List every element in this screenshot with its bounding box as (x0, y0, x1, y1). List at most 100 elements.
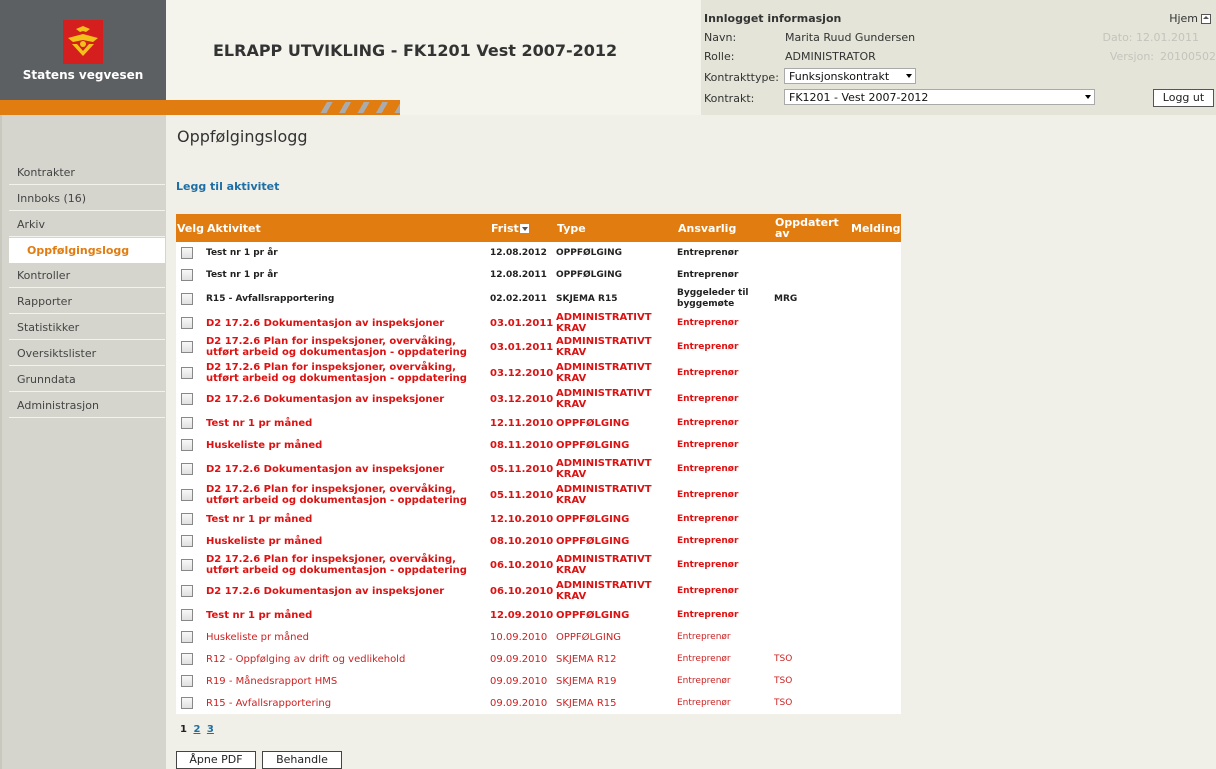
sidebar-item-arkiv[interactable]: Arkiv (9, 212, 165, 237)
cell-aktivitet[interactable]: D2 17.2.6 Dokumentasjon av inspeksjoner (206, 456, 490, 482)
cell-aktivitet[interactable]: R12 - Oppfølging av drift og vedlikehold (206, 648, 490, 670)
col-ansvarlig[interactable]: Ansvarlig (677, 214, 774, 242)
cell-aktivitet[interactable]: Huskeliste pr måned (206, 434, 490, 456)
col-type[interactable]: Type (556, 214, 677, 242)
cell-melding (850, 312, 901, 334)
col-oppdatert-av[interactable]: Oppdatert av (774, 214, 850, 242)
row-select-checkbox[interactable] (181, 631, 193, 643)
row-select-checkbox[interactable] (181, 559, 193, 571)
cell-aktivitet[interactable]: R15 - Avfallsrapportering (206, 286, 490, 312)
sidebar-item-innboks[interactable]: Innboks (16) (9, 186, 165, 211)
row-select-checkbox[interactable] (181, 247, 193, 259)
add-activity-link[interactable]: Legg til aktivitet (176, 180, 279, 193)
sidebar-item-oppfolgingslogg[interactable]: Oppfølgingslogg (9, 238, 165, 263)
cell-type: OPPFØLGING (556, 631, 622, 643)
row-select-checkbox[interactable] (181, 293, 193, 305)
sidebar-item-grunndata[interactable]: Grunndata (9, 367, 165, 392)
cell-frist: 02.02.2011 (490, 294, 547, 304)
row-select-checkbox[interactable] (181, 317, 193, 329)
row-select-checkbox[interactable] (181, 653, 193, 665)
cell-aktivitet[interactable]: D2 17.2.6 Dokumentasjon av inspeksjoner (206, 578, 490, 604)
cell-velg (176, 670, 206, 692)
cell-aktivitet[interactable]: D2 17.2.6 Plan for inspeksjoner, overvåk… (206, 482, 490, 508)
page-link[interactable]: 3 (207, 724, 214, 735)
row-select-checkbox[interactable] (181, 367, 193, 379)
cell-aktivitet[interactable]: D2 17.2.6 Plan for inspeksjoner, overvåk… (206, 360, 490, 386)
cell-aktivitet[interactable]: Huskeliste pr måned (206, 626, 490, 648)
cell-aktivitet[interactable]: Test nr 1 pr år (206, 264, 490, 286)
cell-aktivitet[interactable]: Test nr 1 pr måned (206, 412, 490, 434)
cell-aktivitet[interactable]: D2 17.2.6 Dokumentasjon av inspeksjoner (206, 312, 490, 334)
col-aktivitet[interactable]: Aktivitet (206, 214, 490, 242)
cell-oppdatert-av (774, 456, 850, 482)
pagination: 1 2 3 (180, 724, 217, 735)
cell-velg (176, 334, 206, 360)
cell-aktivitet[interactable]: R19 - Månedsrapport HMS (206, 670, 490, 692)
versjon-label: Versjon: (1109, 50, 1154, 63)
cell-aktivitet[interactable]: D2 17.2.6 Plan for inspeksjoner, overvåk… (206, 334, 490, 360)
cell-ansvarlig: Entreprenør (677, 269, 739, 280)
row-select-checkbox[interactable] (181, 675, 193, 687)
cell-velg (176, 692, 206, 714)
row-select-checkbox[interactable] (181, 393, 193, 405)
kontrakttype-select[interactable]: Funksjonskontrakt (784, 68, 916, 84)
process-button[interactable]: Behandle (262, 751, 342, 769)
sidebar-item-kontrakter[interactable]: Kontrakter (9, 160, 165, 185)
rolle-label: Rolle: (704, 50, 735, 63)
sort-desc-icon (519, 224, 529, 233)
row-select-checkbox[interactable] (181, 439, 193, 451)
cell-oppdatert-av (774, 482, 850, 508)
row-select-checkbox[interactable] (181, 513, 193, 525)
row-select-checkbox[interactable] (181, 463, 193, 475)
col-frist-label: Frist (491, 221, 519, 235)
row-select-checkbox[interactable] (181, 697, 193, 709)
cell-type: OPPFØLGING (556, 535, 630, 547)
table-row: Huskeliste pr måned 10.09.2010 OPPFØLGING E… (176, 626, 901, 648)
chevron-down-icon (1085, 95, 1091, 99)
logout-button[interactable]: Logg ut (1153, 89, 1214, 107)
col-melding[interactable]: Melding (850, 214, 901, 242)
header-spacer (400, 100, 701, 115)
page-link[interactable]: 2 (193, 724, 200, 735)
row-select-checkbox[interactable] (181, 535, 193, 547)
cell-aktivitet[interactable]: D2 17.2.6 Dokumentasjon av inspeksjoner (206, 386, 490, 412)
open-pdf-button[interactable]: Åpne PDF (176, 751, 256, 769)
sidebar-item-kontroller[interactable]: Kontroller (9, 263, 165, 288)
cell-aktivitet[interactable]: Test nr 1 pr år (206, 242, 490, 264)
row-select-checkbox[interactable] (181, 489, 193, 501)
brand-logo[interactable]: Statens vegvesen (0, 0, 166, 100)
cell-aktivitet[interactable]: R15 - Avfallsrapportering (206, 692, 490, 714)
sidebar-item-administrasjon[interactable]: Administrasjon (9, 393, 165, 418)
cell-aktivitet[interactable]: Test nr 1 pr måned (206, 604, 490, 626)
cell-type: OPPFØLGING (556, 513, 630, 525)
row-select-checkbox[interactable] (181, 609, 193, 621)
cell-oppdatert-av (774, 334, 850, 360)
cell-ansvarlig: Entreprenør (677, 513, 739, 524)
home-link[interactable]: Hjem (1169, 12, 1211, 25)
app-title: ELRAPP UTVIKLING - FK1201 Vest 2007-2012 (213, 41, 618, 60)
col-frist[interactable]: Frist (490, 214, 556, 242)
cell-velg (176, 286, 206, 312)
row-select-checkbox[interactable] (181, 417, 193, 429)
row-select-checkbox[interactable] (181, 269, 193, 281)
cell-type: OPPFØLGING (556, 439, 630, 451)
cell-frist: 12.11.2010 (490, 417, 554, 429)
cell-type: SKJEMA R15 (556, 293, 618, 304)
cell-type: OPPFØLGING (556, 247, 623, 258)
kontrakt-select[interactable]: FK1201 - Vest 2007-2012 (784, 89, 1095, 105)
cell-type: OPPFØLGING (556, 609, 630, 621)
sidebar-item-statistikker[interactable]: Statistikker (9, 315, 165, 340)
cell-ansvarlig: Entreprenør (677, 697, 731, 708)
sidebar-item-oversiktslister[interactable]: Oversiktslister (9, 341, 165, 366)
cell-type: SKJEMA R15 (556, 697, 617, 709)
sidebar-item-rapporter[interactable]: Rapporter (9, 289, 165, 314)
cell-aktivitet[interactable]: D2 17.2.6 Plan for inspeksjoner, overvåk… (206, 552, 490, 578)
cell-frist: 12.08.2011 (490, 270, 547, 280)
row-select-checkbox[interactable] (181, 585, 193, 597)
cell-melding (850, 692, 901, 714)
cell-aktivitet[interactable]: Huskeliste pr måned (206, 530, 490, 552)
cell-velg (176, 508, 206, 530)
col-melding-label: Melding (851, 221, 901, 235)
row-select-checkbox[interactable] (181, 341, 193, 353)
cell-aktivitet[interactable]: Test nr 1 pr måned (206, 508, 490, 530)
